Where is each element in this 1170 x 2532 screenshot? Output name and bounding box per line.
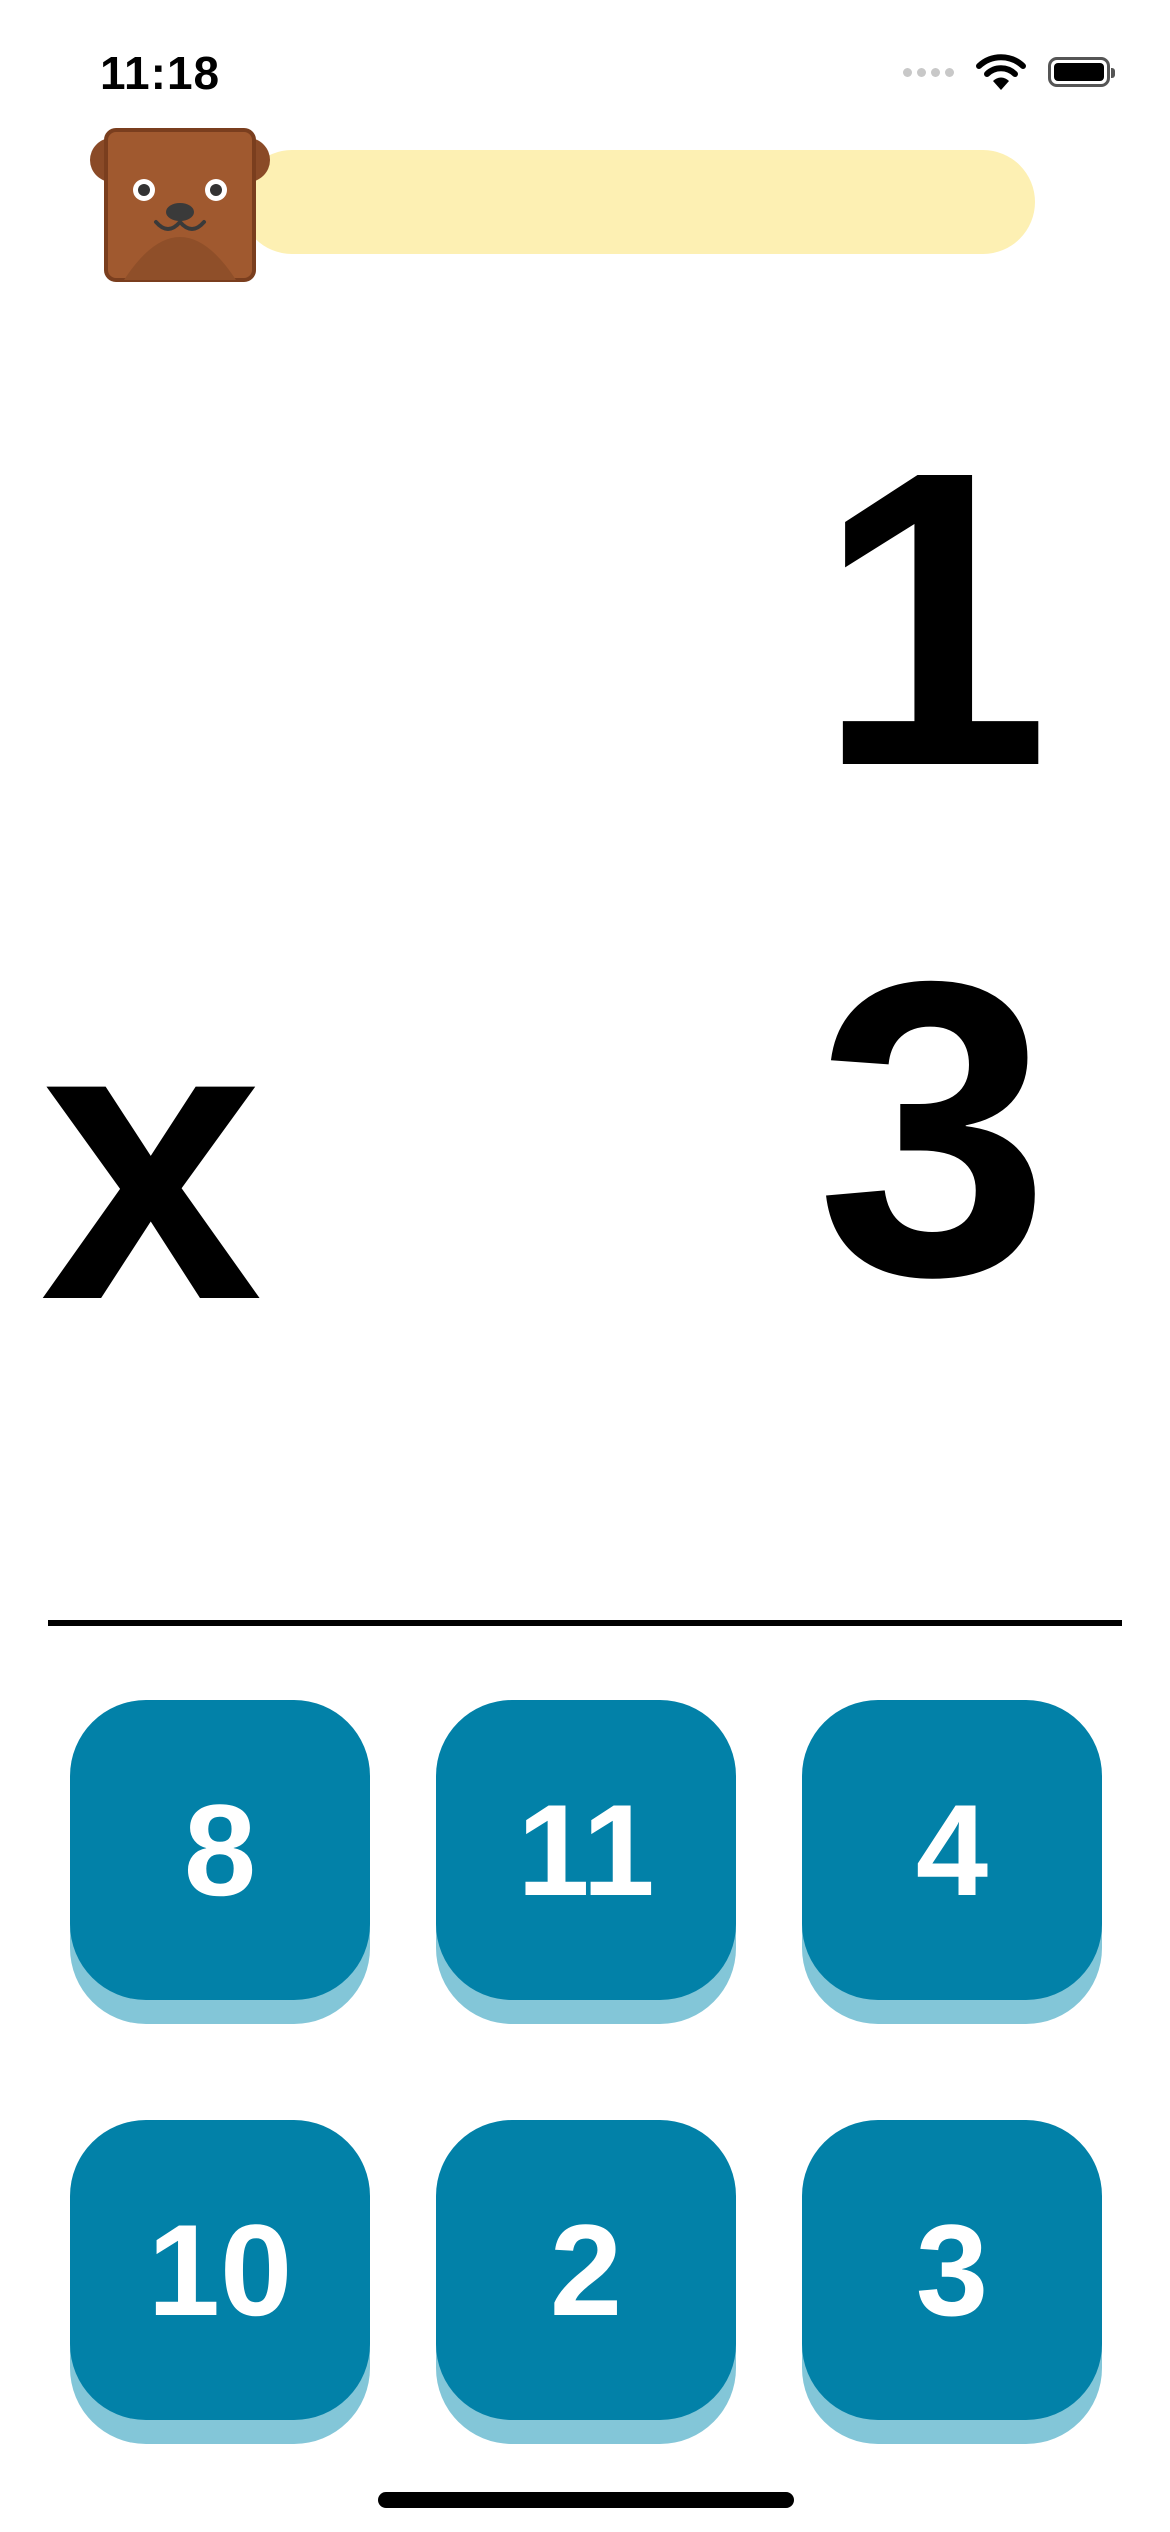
status-time: 11:18 <box>100 47 221 99</box>
home-indicator[interactable] <box>378 2492 794 2508</box>
answer-button-11[interactable]: 11 <box>436 1700 736 2000</box>
answer-button-2[interactable]: 2 <box>436 2120 736 2420</box>
top-number: 1 <box>816 385 1050 854</box>
answer-button-8[interactable]: 8 <box>70 1700 370 2000</box>
multiply-operator: x <box>40 936 263 1383</box>
answer-button-10[interactable]: 10 <box>70 2120 370 2420</box>
battery-icon <box>1048 57 1115 87</box>
progress-bar <box>240 150 1035 254</box>
signal-icon <box>903 67 954 77</box>
answer-divider <box>48 1620 1122 1626</box>
answer-button-3[interactable]: 3 <box>802 2120 1102 2420</box>
status-icons <box>903 52 1115 92</box>
wifi-icon <box>976 54 1026 90</box>
bear-face-icon <box>90 128 270 282</box>
bottom-number: 3 <box>816 895 1050 1364</box>
answer-button-4[interactable]: 4 <box>802 1700 1102 2000</box>
